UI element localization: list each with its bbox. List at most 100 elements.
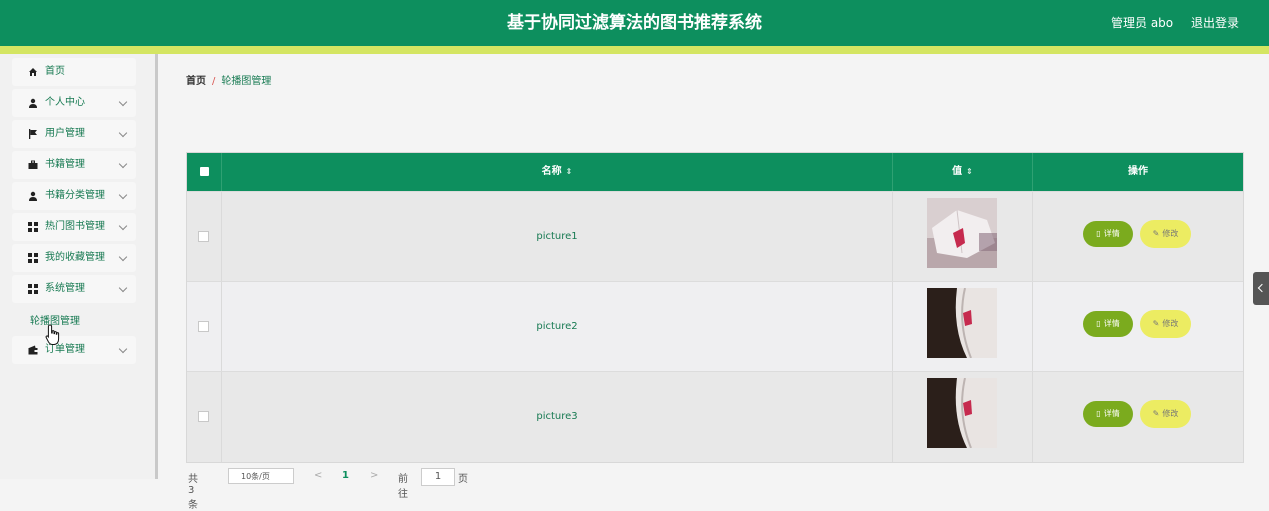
user-icon [29, 191, 37, 201]
breadcrumb-separator: / [212, 76, 216, 87]
header-stripe [0, 46, 1269, 54]
grid-icon [28, 253, 38, 263]
prev-page-button[interactable]: < [314, 470, 322, 481]
grid-icon [28, 284, 38, 294]
row-name: picture2 [536, 321, 578, 332]
table-row: picture1 ▯ 详情 ✎ 修改 [187, 191, 1243, 282]
goto-label: 前往 [398, 474, 408, 500]
detail-button-label: 详情 [1103, 319, 1120, 328]
sidebar-item-book-management[interactable]: 书籍管理 [12, 151, 136, 179]
row-divider [892, 372, 893, 462]
row-divider [1032, 192, 1033, 282]
chevron-down-icon [118, 252, 128, 262]
header-user-area: 管理员 abo 退出登录 [1097, 0, 1239, 46]
breadcrumb-current: 轮播图管理 [221, 76, 272, 87]
row-divider [892, 282, 893, 372]
sidebar-item-label: 首页 [45, 66, 65, 77]
column-header-value[interactable]: 值 ⇕ [893, 153, 1032, 191]
column-header-actions: 操作 [1128, 166, 1148, 177]
row-checkbox[interactable] [198, 321, 209, 332]
sidebar-item-label: 我的收藏管理 [45, 252, 105, 263]
current-page-number[interactable]: 1 [342, 470, 349, 481]
chevron-down-icon [118, 128, 128, 138]
carousel-thumbnail-image [927, 288, 997, 358]
sidebar-item-label: 用户管理 [45, 128, 85, 139]
collapse-panel-toggle[interactable] [1253, 272, 1269, 305]
document-icon: ▯ [1096, 319, 1101, 328]
briefcase-icon [28, 160, 38, 169]
column-header-label: 名称 [541, 166, 562, 177]
sidebar-item-order-management[interactable]: 订单管理 [12, 336, 136, 364]
detail-button[interactable]: ▯ 详情 [1083, 311, 1133, 337]
page-unit-label: 页 [458, 474, 468, 485]
chevron-down-icon [118, 283, 128, 293]
sidebar-item-book-category-management[interactable]: 书籍分类管理 [12, 182, 136, 210]
sidebar: 首页 个人中心 用户管理 书籍管理 书籍分类管理 热门图书管理 我的收藏管理 系… [0, 54, 158, 479]
flag-icon [29, 129, 37, 139]
row-divider [1032, 372, 1033, 462]
app-title: 基于协同过滤算法的图书推荐系统 [507, 13, 762, 33]
sidebar-item-hot-books-management[interactable]: 热门图书管理 [12, 213, 136, 241]
grid-icon [28, 222, 38, 232]
detail-button-label: 详情 [1103, 409, 1120, 418]
chevron-down-icon [118, 221, 128, 231]
carousel-thumbnail-image [927, 378, 997, 448]
table-row: picture3 ▯ 详情 ✎ 修改 [187, 371, 1243, 462]
column-header-label: 值 [952, 166, 963, 177]
row-checkbox[interactable] [198, 411, 209, 422]
sort-icon: ⇕ [966, 167, 973, 176]
carousel-table: 名称⇕ 值⇕ 操作 picture1 ▯详情 ✎修改 picture2 [186, 152, 1244, 463]
detail-button-label: 详情 [1103, 229, 1120, 238]
chevron-down-icon [118, 97, 128, 107]
breadcrumb-home[interactable]: 首页 [186, 76, 206, 87]
sidebar-item-label: 系统管理 [45, 283, 85, 294]
select-all-checkbox[interactable] [200, 167, 209, 176]
edit-button[interactable]: ✎ 修改 [1140, 400, 1191, 428]
column-header-name[interactable]: 名称 ⇕ [222, 153, 892, 191]
pencil-icon: ✎ [1152, 319, 1160, 328]
row-name: picture1 [536, 231, 578, 242]
table-row: picture2 ▯ 详情 ✎ 修改 [187, 281, 1243, 372]
chevron-down-icon [118, 159, 128, 169]
chevron-down-icon [118, 344, 128, 354]
sidebar-item-system-management[interactable]: 系统管理 [12, 275, 136, 303]
admin-user-label[interactable]: 管理员 abo [1111, 16, 1173, 30]
sidebar-item-home[interactable]: 首页 [12, 58, 136, 86]
edit-button-label: 修改 [1162, 409, 1179, 418]
edit-button-label: 修改 [1162, 229, 1179, 238]
sidebar-item-label: 个人中心 [45, 97, 85, 108]
top-header: 基于协同过滤算法的图书推荐系统 管理员 abo 退出登录 [0, 0, 1269, 46]
sidebar-item-user-management[interactable]: 用户管理 [12, 120, 136, 148]
page-size-select[interactable]: 10条/页 [228, 468, 294, 484]
row-name: picture3 [536, 411, 578, 422]
hand-cursor-icon [45, 324, 60, 345]
edit-button-label: 修改 [1162, 319, 1179, 328]
user-icon [29, 98, 37, 108]
home-icon [29, 68, 37, 76]
detail-button[interactable]: ▯ 详情 [1083, 221, 1133, 247]
pencil-icon: ✎ [1152, 229, 1160, 238]
carousel-thumbnail-image [927, 198, 997, 268]
sidebar-item-my-favorites-management[interactable]: 我的收藏管理 [12, 244, 136, 272]
edit-button[interactable]: ✎ 修改 [1140, 310, 1191, 338]
row-checkbox[interactable] [198, 231, 209, 242]
pagination-total: 共 3 条 [188, 474, 198, 511]
goto-page-input[interactable]: 1 [421, 468, 455, 486]
wallet-icon [28, 345, 38, 355]
table-header: 名称 ⇕ 值 ⇕ 操作 [187, 153, 1243, 191]
breadcrumb: 首页 / 轮播图管理 [186, 72, 271, 87]
sidebar-item-personal-center[interactable]: 个人中心 [12, 89, 136, 117]
logout-link[interactable]: 退出登录 [1191, 16, 1239, 30]
detail-button[interactable]: ▯ 详情 [1083, 401, 1133, 427]
edit-button[interactable]: ✎ 修改 [1140, 220, 1191, 248]
sidebar-item-label: 书籍管理 [45, 159, 85, 170]
sidebar-item-label: 书籍分类管理 [45, 190, 105, 201]
sidebar-item-label: 热门图书管理 [45, 221, 105, 232]
document-icon: ▯ [1096, 409, 1101, 418]
chevron-down-icon [118, 190, 128, 200]
pencil-icon: ✎ [1152, 409, 1160, 418]
row-divider [892, 192, 893, 282]
row-divider [1032, 282, 1033, 372]
document-icon: ▯ [1096, 229, 1101, 238]
next-page-button[interactable]: > [370, 470, 378, 481]
